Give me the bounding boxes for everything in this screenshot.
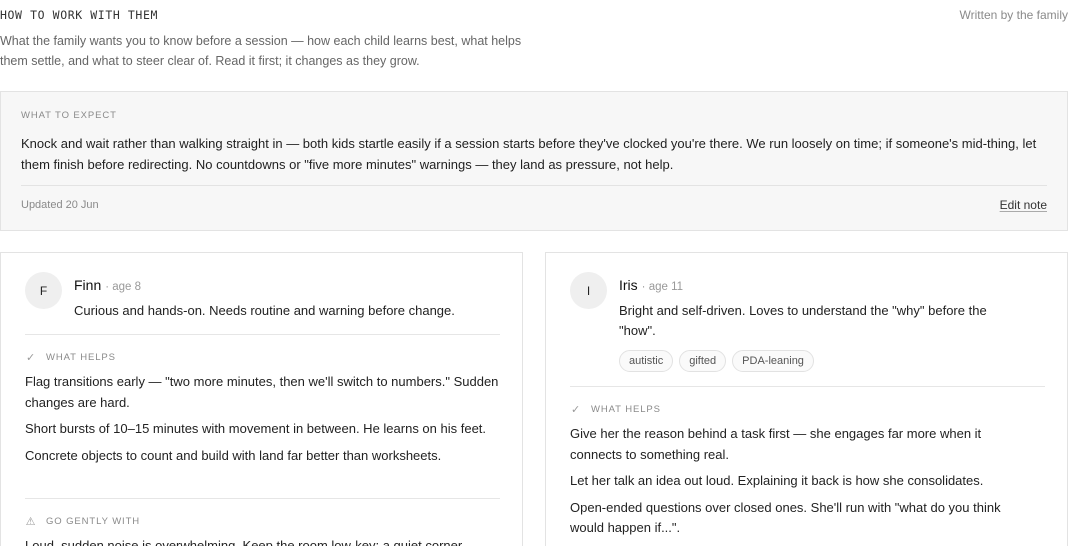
intro-text: What the family wants you to know before… [0,34,522,68]
updated-timestamp: Updated 20 Jun [21,199,99,211]
divider [25,498,500,499]
child-name: Iris [619,277,638,293]
list-item: Loud, sudden noise is overwhelming. Keep… [25,538,463,546]
tag-badge: gifted [679,350,727,372]
avatar: I [570,272,607,309]
byline: Written by the family [959,8,1068,22]
page-header: HOW TO WORK WITH THEM Written by the fam… [0,0,1068,80]
divider [21,185,1047,186]
what-to-expect-panel: What to expect Knock and wait rather tha… [0,91,1068,231]
check-icon: ✓ [570,404,582,416]
what-helps-label: What helps [591,404,661,415]
list-item: Open-ended questions over closed ones. S… [570,499,1001,536]
what-helps-label: What helps [46,352,116,363]
list-item: Flag transitions early — "two more minut… [25,374,499,410]
child-summary: Curious and hands-on. Needs routine and … [74,303,455,318]
child-age: age 8 [105,281,141,293]
avatar: F [25,272,62,309]
child-age: age 11 [642,281,683,293]
child-card-iris: I Iris age 11 Bright and self-driven. Lov… [545,252,1068,546]
go-gently-list: Loud, sudden noise is overwhelming. Keep… [25,536,500,546]
warning-triangle-icon: ⚠ [25,516,37,528]
child-name-line: Finnage 8 [74,277,141,295]
tag-badge: autistic [619,350,674,372]
edit-note-link[interactable]: Edit note [1000,198,1047,212]
list-item: Let her talk an idea out loud. Explainin… [570,473,984,488]
tag-badge: PDA-leaning [732,350,814,372]
tag-list: autistic gifted PDA-leaning [619,350,814,372]
what-to-expect-body: Knock and wait rather than walking strai… [21,136,1037,172]
divider [25,334,500,335]
page-title: HOW TO WORK WITH THEM [0,8,158,22]
what-helps-list: Give her the reason behind a task first … [570,424,1035,545]
child-card-finn: F Finnage 8 Curious and hands-on. Needs … [0,252,523,546]
list-item: Short bursts of 10–15 minutes with movem… [25,421,487,436]
list-item: Give her the reason behind a task first … [570,426,982,462]
what-helps-heading: ✓ What helps [25,351,116,364]
what-helps-list: Flag transitions early — "two more minut… [25,372,500,472]
child-summary: Bright and self-driven. Loves to underst… [619,303,987,338]
check-icon: ✓ [25,352,37,364]
child-name-line: Iris age 11 [619,277,683,295]
what-to-expect-label: What to expect [21,110,117,121]
list-item: Concrete objects to count and build with… [25,447,442,463]
go-gently-heading: ⚠ Go gently with [25,515,140,528]
divider [570,386,1045,387]
child-name: Finn [74,277,102,293]
what-helps-heading: ✓ What helps [570,403,661,416]
go-gently-label: Go gently with [46,516,141,527]
